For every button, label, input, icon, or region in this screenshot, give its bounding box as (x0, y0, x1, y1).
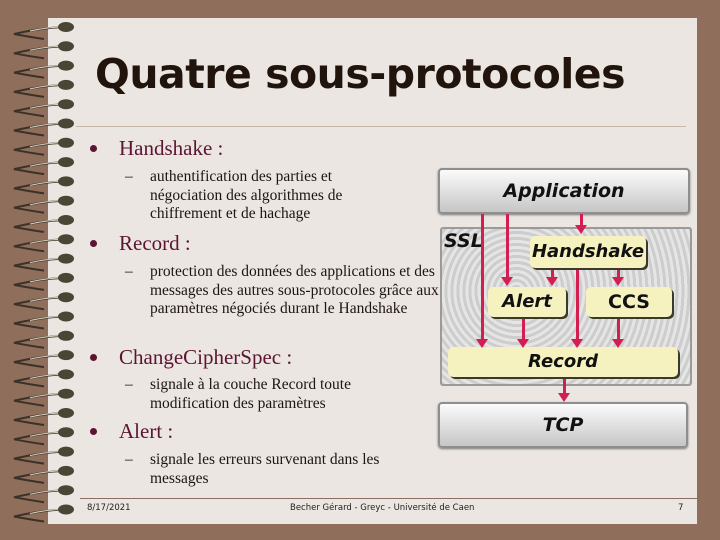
bullet-changecipherspec: ChangeCipherSpec : (90, 345, 292, 370)
arrow-handshake-to-alert (546, 270, 558, 286)
binding-ring (58, 427, 74, 438)
handshake-box: Handshake (530, 236, 646, 268)
arrow-handshake-to-record (571, 270, 583, 348)
binding-ring (58, 465, 74, 476)
binding-ring (58, 292, 74, 303)
binding-ring (58, 22, 74, 32)
binding-ring (58, 118, 74, 129)
sub-bullet-text: signale à la couche Record toute modific… (150, 376, 351, 412)
arrow-app-to-handshake (575, 214, 587, 234)
record-box: Record (448, 347, 678, 377)
footer-page-number: 7 (678, 503, 684, 513)
ccs-box: CCS (586, 287, 672, 317)
alert-box: Alert (488, 287, 566, 317)
binding-ring (58, 504, 74, 515)
binding-ring (58, 195, 74, 206)
bullet-heading: Handshake : (119, 136, 224, 160)
bullet-heading: Alert : (119, 419, 174, 443)
binding-ring (58, 485, 74, 496)
dash: – (125, 376, 133, 393)
arrow-alert-to-record (517, 319, 529, 348)
binding-ring (58, 99, 74, 110)
binding-ring (58, 234, 74, 245)
binding-ring (58, 157, 74, 168)
title-divider (76, 126, 686, 127)
arrow-app-to-alert (501, 214, 513, 286)
arrow-app-to-record (476, 214, 488, 348)
sub-bullet-changecipherspec: – signale à la couche Record toute modifi… (125, 376, 400, 413)
binding-ring (58, 253, 74, 264)
binding-ring (58, 350, 74, 361)
application-layer: Application (438, 168, 690, 214)
ccs-label: CCS (608, 291, 650, 313)
slide-title: Quatre sous-protocoles (94, 50, 626, 98)
dash: – (125, 168, 133, 185)
ssl-protocol-diagram: Application SSL Handshake Alert CCS Reco… (430, 160, 700, 455)
arrow-record-to-tcp (558, 379, 570, 402)
sub-bullet-handshake: – authentification des parties et négocia… (125, 168, 390, 224)
footer-divider (80, 498, 700, 499)
handshake-label: Handshake (531, 241, 645, 262)
bullet-heading: ChangeCipherSpec : (119, 345, 293, 369)
arrow-ccs-to-record (612, 319, 624, 348)
bullet-dot (90, 144, 97, 152)
bullet-dot (90, 239, 97, 247)
footer-date: 8/17/2021 (87, 503, 131, 513)
binding-ring (58, 330, 74, 341)
ssl-label: SSL (444, 230, 483, 252)
sub-bullet-record: – protection des données des applications… (125, 263, 442, 319)
binding-ring (58, 388, 74, 399)
binding-ring (58, 408, 74, 418)
binding-ring (58, 215, 74, 225)
bullet-dot (90, 353, 97, 361)
binding-ring (58, 369, 74, 380)
sub-bullet-text: protection des données des applications … (150, 263, 439, 317)
dash: – (125, 263, 133, 280)
binding-ring (58, 176, 74, 187)
sub-bullet-alert: – signale les erreurs survenant dans les … (125, 451, 430, 488)
sub-bullet-text: authentification des parties et négociat… (150, 168, 343, 222)
record-label: Record (528, 351, 598, 372)
application-label: Application (503, 180, 625, 202)
bullet-heading: Record : (119, 231, 191, 255)
binding-ring (58, 446, 74, 457)
bullet-dot (90, 427, 97, 435)
tcp-layer: TCP (438, 402, 688, 448)
arrow-handshake-to-ccs (612, 270, 624, 286)
binding-ring (58, 137, 74, 148)
sub-bullet-text: signale les erreurs survenant dans les m… (150, 451, 380, 487)
dash: – (125, 451, 133, 468)
tcp-label: TCP (542, 414, 584, 436)
bullet-alert: Alert : (90, 419, 173, 444)
binding-ring (58, 272, 74, 283)
alert-label: Alert (502, 291, 552, 312)
bullet-record: Record : (90, 231, 191, 256)
bullet-handshake: Handshake : (90, 136, 223, 161)
binding-ring (58, 311, 74, 322)
footer-author: Becher Gérard - Greyc - Université de Ca… (290, 503, 475, 513)
